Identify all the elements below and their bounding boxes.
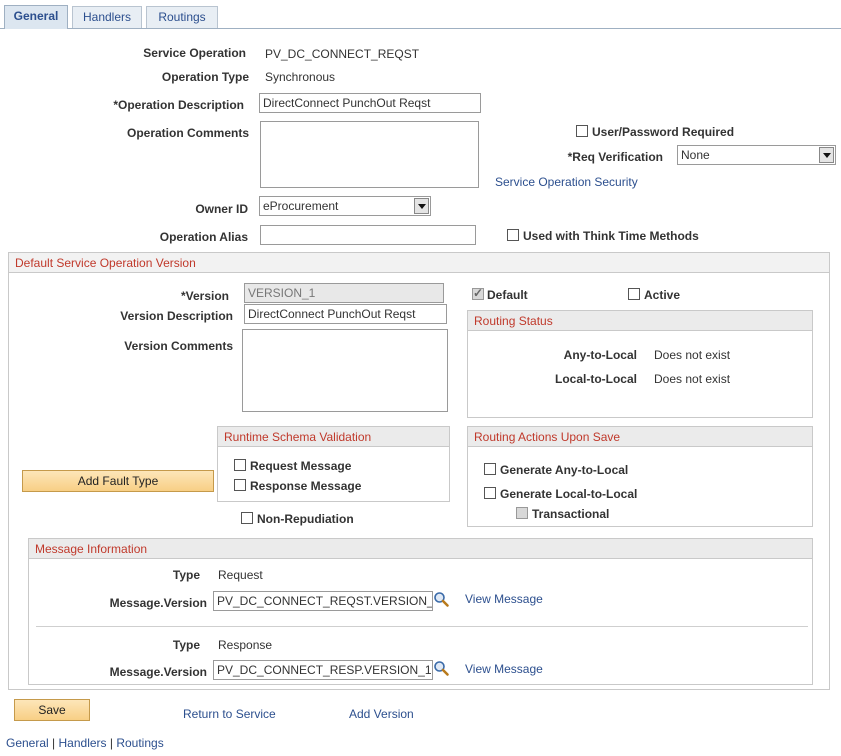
response-message-label: Response Message — [250, 479, 362, 493]
active-label: Active — [644, 288, 681, 302]
owner-id-select[interactable]: eProcurement — [259, 196, 431, 216]
bottom-nav-routings[interactable]: Routings — [116, 736, 163, 750]
bottom-nav-separator: | — [48, 736, 59, 750]
operation-alias-label: Operation Alias — [159, 230, 248, 244]
request-type-label: Type — [172, 568, 200, 582]
bottom-nav: General | Handlers | Routings — [6, 736, 164, 750]
default-version-header: Default Service Operation Version — [9, 253, 829, 273]
tab-general[interactable]: General — [4, 5, 68, 29]
default-checkbox — [472, 286, 484, 300]
request-type-value: Request — [218, 568, 263, 582]
operation-description-label: *Operation Description — [113, 98, 244, 112]
transactional-checkbox — [516, 507, 528, 519]
tab-handlers[interactable]: Handlers — [72, 6, 142, 28]
req-verification-select[interactable]: None — [677, 145, 836, 165]
add-fault-type-button[interactable]: Add Fault Type — [22, 470, 214, 492]
generate-local-to-local-label: Generate Local-to-Local — [500, 487, 638, 501]
bottom-nav-general[interactable]: General — [6, 736, 49, 750]
version-comments-field[interactable] — [242, 329, 448, 412]
version-comments-label: Version Comments — [124, 339, 233, 353]
local-to-local-value: Does not exist — [654, 372, 731, 386]
default-label: Default — [487, 288, 528, 302]
user-password-label: User/Password Required — [592, 125, 735, 139]
generate-any-to-local-label: Generate Any-to-Local — [500, 463, 629, 477]
operation-type-value: Synchronous — [265, 70, 336, 84]
chevron-down-icon[interactable] — [414, 198, 429, 214]
chevron-down-icon[interactable] — [819, 147, 834, 163]
version-field: VERSION_1 — [244, 283, 444, 303]
think-time-checkbox[interactable] — [507, 229, 519, 241]
tab-routings[interactable]: Routings — [146, 6, 218, 28]
routing-status-header: Routing Status — [468, 311, 812, 331]
bottom-nav-handlers[interactable]: Handlers — [59, 736, 107, 750]
non-repudiation-checkbox[interactable] — [241, 512, 253, 524]
owner-id-value: eProcurement — [263, 199, 339, 213]
operation-comments-label: Operation Comments — [126, 126, 249, 140]
bottom-nav-separator: | — [106, 736, 117, 750]
operation-comments-field[interactable] — [260, 121, 479, 188]
routing-status-group: Routing Status — [467, 310, 813, 418]
req-verification-label: *Req Verification — [567, 150, 663, 164]
think-time-label: Used with Think Time Methods — [523, 229, 699, 243]
tab-bar — [0, 28, 841, 29]
generate-local-to-local-checkbox[interactable] — [484, 487, 496, 499]
search-icon[interactable] — [433, 660, 449, 676]
response-message-checkbox[interactable] — [234, 479, 246, 491]
non-repudiation-label: Non-Repudiation — [257, 512, 354, 526]
response-message-version-label: Message.Version — [109, 665, 207, 679]
version-description-label: Version Description — [120, 309, 233, 323]
req-verification-value: None — [681, 148, 710, 162]
local-to-local-label: Local-to-Local — [554, 372, 637, 386]
return-to-service-link[interactable]: Return to Service — [183, 707, 276, 721]
transactional-label: Transactional — [532, 507, 610, 521]
add-version-link[interactable]: Add Version — [349, 707, 414, 721]
operation-description-field[interactable]: DirectConnect PunchOut Reqst — [259, 93, 481, 113]
any-to-local-value: Does not exist — [654, 348, 731, 362]
owner-id-label: Owner ID — [195, 202, 248, 216]
any-to-local-label: Any-to-Local — [563, 348, 637, 362]
routing-actions-header: Routing Actions Upon Save — [468, 427, 812, 447]
request-view-message-link[interactable]: View Message — [465, 592, 543, 606]
generate-any-to-local-checkbox[interactable] — [484, 463, 496, 475]
request-message-version-field[interactable]: PV_DC_CONNECT_REQST.VERSION_ — [213, 591, 433, 611]
schema-validation-header: Runtime Schema Validation — [218, 427, 449, 447]
request-message-version-label: Message.Version — [109, 596, 207, 610]
service-operation-security-link[interactable]: Service Operation Security — [495, 175, 638, 189]
response-view-message-link[interactable]: View Message — [465, 662, 543, 676]
response-type-value: Response — [218, 638, 273, 652]
search-icon[interactable] — [433, 591, 449, 607]
request-message-label: Request Message — [250, 459, 352, 473]
version-label: *Version — [180, 289, 229, 303]
response-message-version-field[interactable]: PV_DC_CONNECT_RESP.VERSION_1 — [213, 660, 433, 680]
service-operation-label: Service Operation — [143, 46, 246, 60]
save-button[interactable]: Save — [14, 699, 90, 721]
response-type-label: Type — [172, 638, 200, 652]
message-information-header: Message Information — [29, 539, 812, 559]
operation-alias-field[interactable] — [260, 225, 476, 245]
operation-type-label: Operation Type — [161, 70, 249, 84]
message-divider — [36, 626, 808, 627]
user-password-checkbox[interactable] — [576, 125, 588, 137]
request-message-checkbox[interactable] — [234, 459, 246, 471]
version-description-field[interactable]: DirectConnect PunchOut Reqst — [244, 304, 447, 324]
service-operation-value: PV_DC_CONNECT_REQST — [265, 47, 420, 61]
active-checkbox[interactable] — [628, 288, 640, 300]
